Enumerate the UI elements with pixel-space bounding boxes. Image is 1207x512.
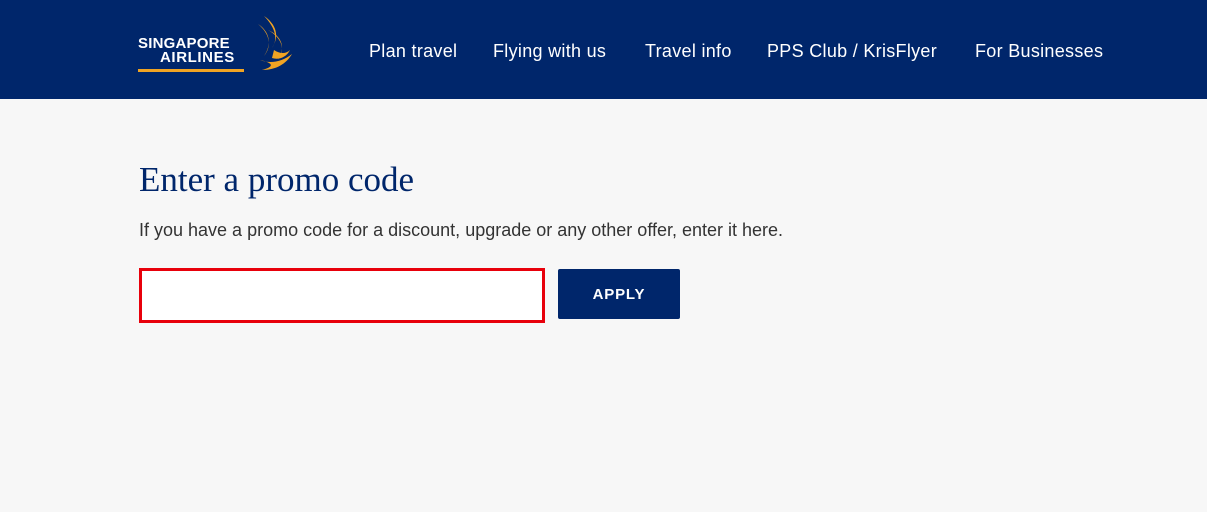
logo-underline xyxy=(138,69,244,72)
site-header: SINGAPORE AIRLINES Plan travel Flying wi… xyxy=(0,0,1207,99)
logo-text-line2: AIRLINES xyxy=(160,49,235,66)
singapore-airlines-bird-icon xyxy=(258,16,292,70)
nav-travel-info[interactable]: Travel info xyxy=(645,41,732,62)
nav-flying-with-us[interactable]: Flying with us xyxy=(493,41,606,62)
nav-pps-club-krisflyer[interactable]: PPS Club / KrisFlyer xyxy=(767,41,937,62)
nav-plan-travel[interactable]: Plan travel xyxy=(369,41,457,62)
apply-button[interactable]: APPLY xyxy=(558,269,680,319)
singapore-airlines-logo[interactable]: SINGAPORE AIRLINES xyxy=(138,14,298,76)
promo-code-input[interactable] xyxy=(139,268,545,323)
nav-for-businesses[interactable]: For Businesses xyxy=(975,41,1103,62)
page-title: Enter a promo code xyxy=(139,160,415,199)
promo-description: If you have a promo code for a discount,… xyxy=(139,220,784,240)
